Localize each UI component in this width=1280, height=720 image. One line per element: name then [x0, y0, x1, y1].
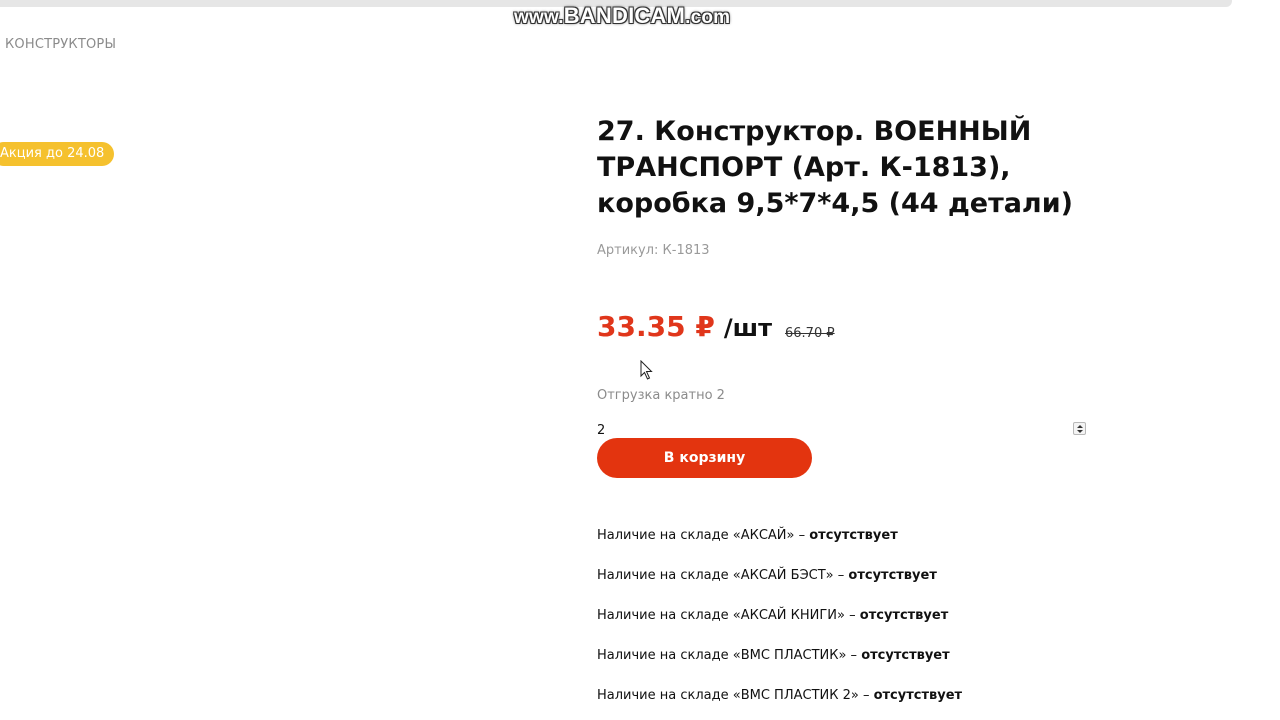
price-block: 33.35 ₽ /шт [597, 310, 772, 343]
stock-item-label: Наличие на складе «АКСАЙ БЭСТ» – [597, 568, 849, 583]
watermark-prefix: www. [514, 7, 564, 28]
breadcrumb-category-link[interactable]: КОНСТРУКТОРЫ [5, 37, 116, 52]
quantity-input[interactable] [597, 421, 1089, 439]
stock-item-label: Наличие на складе «АКСАЙ КНИГИ» – [597, 608, 860, 623]
stock-item-label: Наличие на складе «АКСАЙ» – [597, 528, 810, 543]
stock-availability-list: Наличие на складе «АКСАЙ» – отсутствует … [597, 528, 962, 720]
stock-item-label: Наличие на складе «ВМС ПЛАСТИК 2» – [597, 688, 874, 703]
promo-badge: Акция до 24.08 [0, 142, 115, 166]
number-spinner-icon[interactable] [1073, 422, 1086, 435]
price-unit: /шт [723, 314, 773, 342]
mouse-pointer-icon [640, 360, 653, 380]
stock-item: Наличие на складе «ВМС ПЛАСТИК 2» – отсу… [597, 688, 962, 720]
stock-item-status: отсутствует [809, 528, 898, 543]
watermark-suffix: .com [685, 7, 731, 28]
stock-item-label: Наличие на складе «ВМС ПЛАСТИК» – [597, 648, 862, 663]
stock-item-status: отсутствует [859, 608, 949, 623]
product-title: 27. Конструктор. ВОЕННЫЙ ТРАНСПОРТ (Арт.… [597, 116, 1073, 219]
stock-item: Наличие на складе «АКСАЙ КНИГИ» – отсутс… [597, 608, 962, 648]
stock-item-status: отсутствует [848, 568, 937, 583]
price-current: 33.35 ₽ [597, 310, 715, 343]
stock-item: Наличие на складе «ВМС ПЛАСТИК» – отсутс… [597, 648, 962, 688]
spinner-down-icon[interactable] [1077, 430, 1083, 433]
product-sku: Артикул: К-1813 [597, 243, 710, 258]
stock-item-status: отсутствует [873, 688, 963, 703]
recording-watermark: www.BANDICAM.com [514, 3, 730, 29]
shipment-multiplicity-note: Отгрузка кратно 2 [597, 388, 725, 403]
stock-item: Наличие на складе «АКСАЙ» – отсутствует [597, 528, 962, 568]
add-to-cart-button[interactable]: В корзину [597, 438, 812, 478]
watermark-brand: BANDICAM [563, 3, 686, 28]
stock-item: Наличие на складе «АКСАЙ БЭСТ» – отсутст… [597, 568, 962, 608]
spinner-up-icon[interactable] [1077, 425, 1083, 428]
stock-item-status: отсутствует [861, 648, 950, 663]
price-old: 66.70 ₽ [785, 326, 835, 341]
